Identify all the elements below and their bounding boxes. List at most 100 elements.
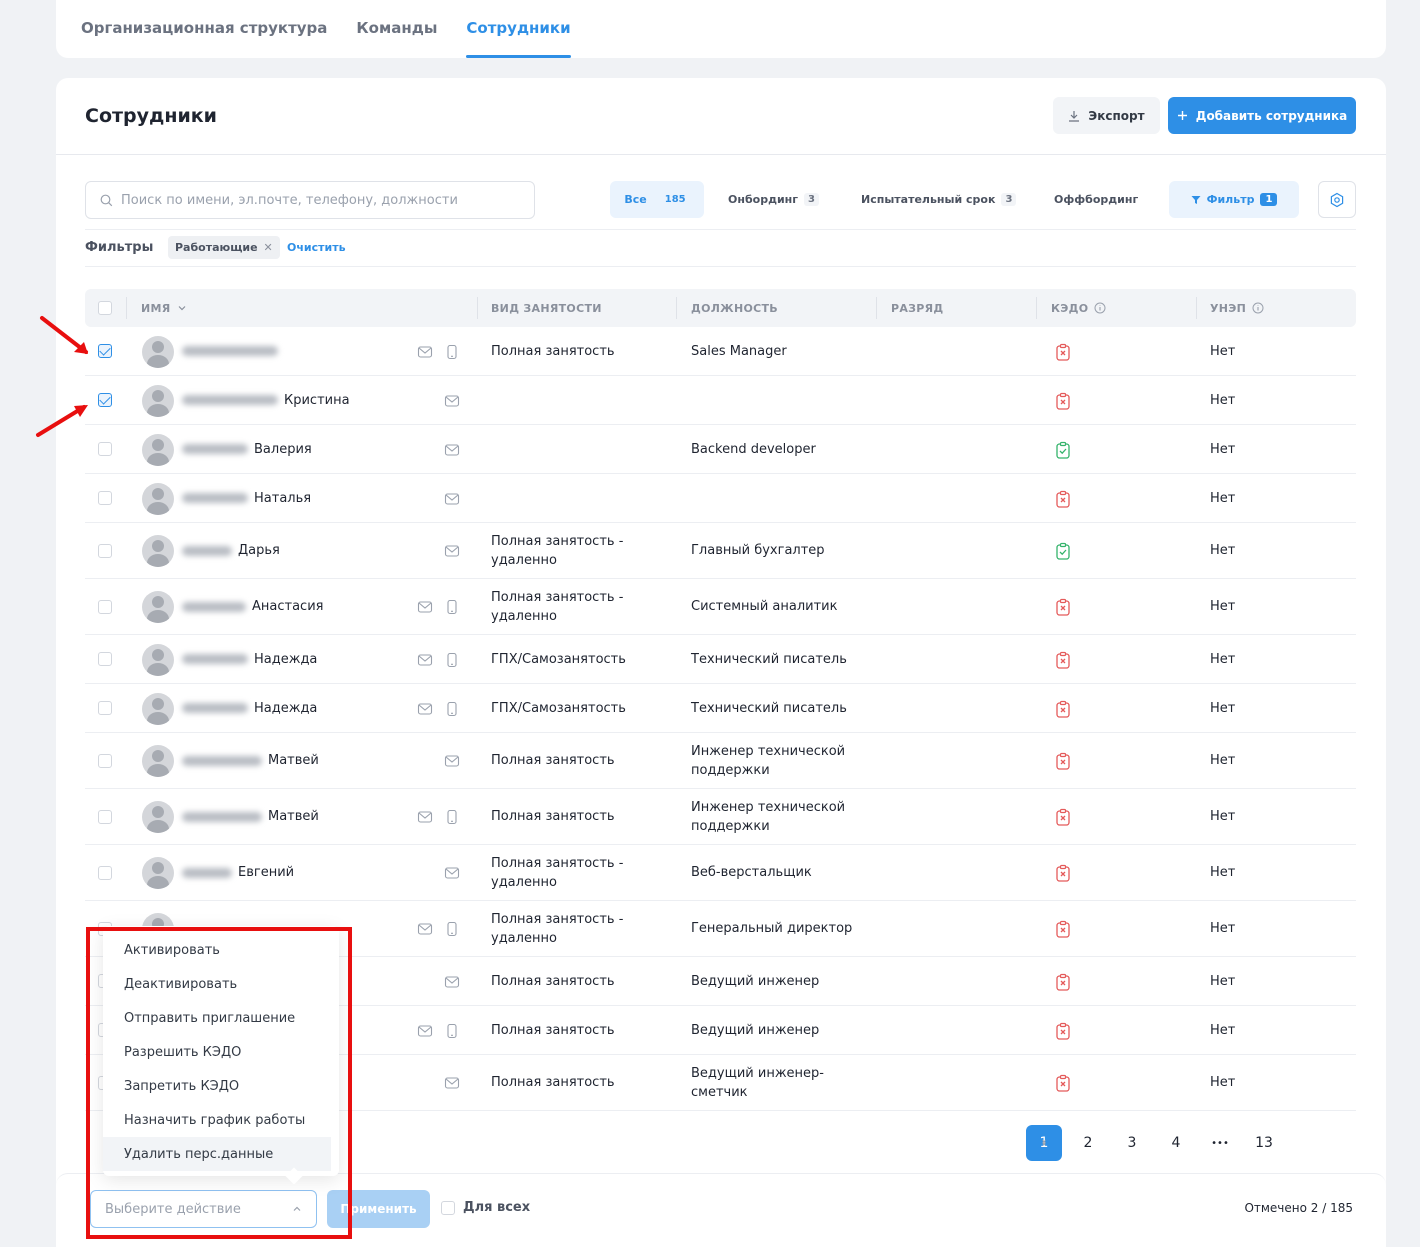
mail-icon[interactable]	[444, 974, 460, 990]
row-checkbox[interactable]	[98, 865, 112, 880]
page-button[interactable]: 13	[1246, 1125, 1282, 1161]
employee-name[interactable]: Надежда	[182, 684, 317, 732]
apply-button[interactable]: Применить	[327, 1190, 430, 1228]
employee-first-name: Анастасия	[252, 599, 324, 614]
page-ellipsis[interactable]: •••	[1202, 1125, 1238, 1161]
row-checkbox[interactable]	[98, 491, 112, 505]
phone-icon[interactable]	[444, 599, 460, 615]
mail-icon[interactable]	[444, 753, 460, 769]
for-all-checkbox[interactable]	[441, 1200, 455, 1215]
mail-icon[interactable]	[417, 921, 433, 937]
segment-onboarding[interactable]: Онбординг 3	[728, 181, 819, 218]
phone-icon[interactable]	[444, 652, 460, 668]
search-field[interactable]	[85, 181, 535, 219]
menu-item-send-invite[interactable]: Отправить приглашение	[103, 1001, 331, 1035]
table-settings-button[interactable]	[1318, 181, 1356, 218]
menu-item-delete-personal-data[interactable]: Удалить перс.данные	[103, 1137, 331, 1171]
mail-icon[interactable]	[417, 599, 433, 615]
column-header-unep: УНЭП	[1210, 289, 1264, 327]
segment-probation[interactable]: Испытательный срок 3	[861, 181, 1017, 218]
page-button[interactable]: 2	[1070, 1125, 1106, 1161]
employee-name[interactable]: Матвей	[182, 789, 319, 844]
employee-name[interactable]: Кристина	[182, 376, 350, 424]
row-checkbox[interactable]	[98, 701, 112, 715]
clear-filters-link[interactable]: Очистить	[287, 241, 346, 254]
table-row[interactable]: Матвей Полная занятость Инженер техническо…	[85, 789, 1356, 845]
row-checkbox[interactable]	[98, 344, 112, 358]
employee-name[interactable]	[182, 327, 284, 375]
table-row[interactable]: Надежда ГПХ/Самозанятость Технический писа…	[85, 635, 1356, 684]
table-row[interactable]: Дарья Полная занятость - удаленно Главный …	[85, 523, 1356, 579]
phone-icon[interactable]	[444, 1023, 460, 1039]
close-icon[interactable]: ✕	[264, 241, 273, 254]
segment-offboarding[interactable]: Оффбординг	[1054, 181, 1138, 218]
phone-icon[interactable]	[444, 809, 460, 825]
row-checkbox-cell	[98, 523, 112, 578]
action-select[interactable]: Выберите действие	[90, 1190, 317, 1228]
menu-item-assign-schedule[interactable]: Назначить график работы	[103, 1103, 331, 1137]
mail-icon[interactable]	[417, 809, 433, 825]
mail-icon[interactable]	[444, 865, 460, 881]
menu-item-forbid-kedo[interactable]: Запретить КЭДО	[103, 1069, 331, 1103]
search-input[interactable]	[121, 192, 521, 208]
row-checkbox[interactable]	[98, 599, 112, 614]
page-button[interactable]: 3	[1114, 1125, 1150, 1161]
table-row[interactable]: Анастасия Полная занятость - удаленно Сист…	[85, 579, 1356, 635]
segment-all[interactable]: Все 185	[610, 181, 704, 218]
column-header-name[interactable]: ИМЯ	[141, 289, 187, 327]
menu-item-allow-kedo[interactable]: Разрешить КЭДО	[103, 1035, 331, 1069]
info-icon[interactable]	[1252, 302, 1264, 314]
mail-icon[interactable]	[417, 344, 433, 360]
employee-name[interactable]: Валерия	[182, 425, 312, 473]
for-all-toggle[interactable]: Для всех	[441, 1200, 530, 1215]
page-button[interactable]: 4	[1158, 1125, 1194, 1161]
table-row[interactable]: Полная занятость Sales Manager Нет	[85, 327, 1356, 376]
filter-button[interactable]: Фильтр 1	[1169, 181, 1299, 218]
mail-icon[interactable]	[444, 491, 460, 507]
info-icon[interactable]	[1094, 302, 1106, 314]
menu-item-deactivate[interactable]: Деактивировать	[103, 967, 331, 1001]
mail-icon[interactable]	[417, 701, 433, 717]
unep-status: Нет	[1210, 1075, 1236, 1090]
phone-icon[interactable]	[444, 701, 460, 717]
table-row[interactable]: Валерия Backend developer Нет	[85, 425, 1356, 474]
mail-icon[interactable]	[444, 1075, 460, 1091]
tab-org-structure[interactable]: Организационная структура	[81, 0, 327, 58]
employee-name[interactable]: Евгений	[182, 845, 294, 900]
page-button[interactable]: 1	[1026, 1125, 1062, 1161]
employee-name[interactable]: Матвей	[182, 733, 319, 788]
table-row[interactable]: Наталья Нет	[85, 474, 1356, 523]
table-row[interactable]: Матвей Полная занятость Инженер техническо…	[85, 733, 1356, 789]
employee-first-name: Дарья	[238, 543, 280, 558]
table-row[interactable]: Кристина Нет	[85, 376, 1356, 425]
row-checkbox[interactable]	[98, 393, 112, 407]
phone-icon[interactable]	[444, 921, 460, 937]
tab-teams[interactable]: Команды	[356, 0, 437, 58]
employee-name[interactable]: Дарья	[182, 523, 280, 578]
mail-icon[interactable]	[444, 393, 460, 409]
tab-employees[interactable]: Сотрудники	[466, 0, 571, 58]
row-checkbox[interactable]	[98, 652, 112, 666]
select-all-checkbox[interactable]	[98, 301, 112, 315]
row-checkbox[interactable]	[98, 543, 112, 558]
employee-first-name: Матвей	[268, 809, 319, 824]
employee-name[interactable]: Наталья	[182, 474, 311, 522]
employee-name[interactable]: Анастасия	[182, 579, 323, 634]
row-checkbox[interactable]	[98, 809, 112, 824]
table-row[interactable]: Надежда ГПХ/Самозанятость Технический писа…	[85, 684, 1356, 733]
mail-icon[interactable]	[417, 1023, 433, 1039]
row-checkbox[interactable]	[98, 753, 112, 768]
position: Ведущий инженер	[691, 1022, 820, 1038]
employment-type: Полная занятость	[491, 343, 615, 359]
employee-name[interactable]: Надежда	[182, 635, 317, 683]
table-row[interactable]: Евгений Полная занятость - удаленно Веб-ве…	[85, 845, 1356, 901]
mail-icon[interactable]	[417, 652, 433, 668]
mail-icon[interactable]	[444, 543, 460, 559]
export-button[interactable]: Экспорт	[1053, 97, 1160, 134]
add-employee-button[interactable]: Добавить сотрудника	[1168, 97, 1356, 134]
mail-icon[interactable]	[444, 442, 460, 458]
phone-icon[interactable]	[444, 344, 460, 360]
row-checkbox[interactable]	[98, 442, 112, 456]
menu-item-activate[interactable]: Активировать	[103, 933, 331, 967]
redacted-surname	[182, 395, 278, 405]
